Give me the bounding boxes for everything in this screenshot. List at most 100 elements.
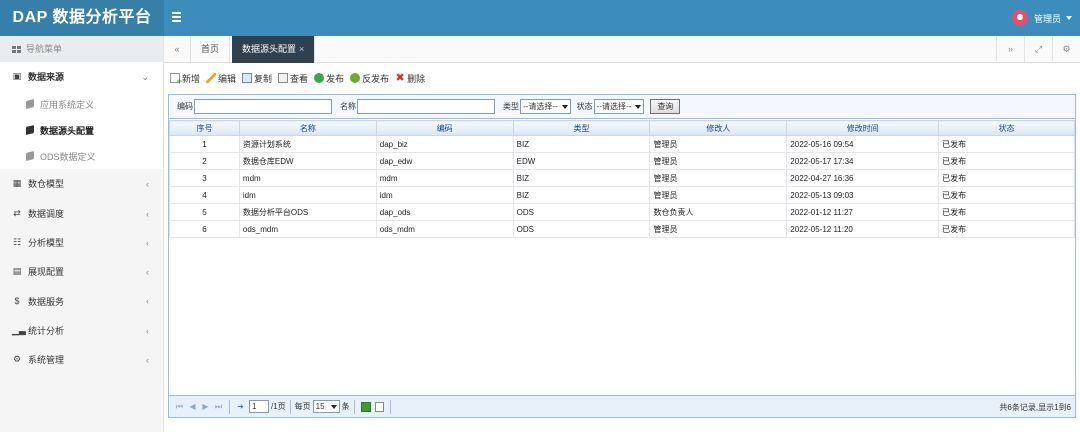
user-menu[interactable]: 管理员 — [1011, 8, 1072, 28]
sidebar-item-data-service[interactable]: $ 数据服务 ‹ — [0, 286, 163, 315]
view-button[interactable]: 查看 — [278, 72, 308, 85]
type-select[interactable]: --请选择-- — [520, 99, 571, 114]
next-page-icon[interactable]: ▶ — [201, 402, 210, 411]
table-cell: 2022-05-13 09:03 — [786, 186, 940, 204]
sidebar-item-display-config[interactable]: ▤ 展现配置 ‹ — [0, 257, 163, 286]
table-cell: 1 — [169, 135, 240, 153]
record-summary: 共6条记录,显示1到6 — [999, 403, 1071, 412]
first-page-icon[interactable]: ⏮ — [175, 402, 184, 411]
status-select[interactable]: --请选择-- — [593, 99, 645, 114]
copy-icon — [242, 73, 253, 83]
tab-scroll-right-icon[interactable]: » — [996, 36, 1024, 63]
code-input[interactable] — [194, 99, 332, 114]
divider — [389, 399, 391, 414]
table-cell: 管理员 — [649, 135, 788, 153]
edit-button[interactable]: 编辑 — [206, 72, 236, 85]
sidebar-subitem-ods-data-def[interactable]: ODS数据定义 — [0, 143, 163, 169]
sidebar-item-system-admin[interactable]: ⚙ 系统管理 ‹ — [0, 345, 163, 374]
status-label: 状态 — [576, 102, 593, 111]
grid-icon — [12, 45, 21, 53]
cubes-icon: ▦ — [12, 178, 22, 189]
table-row[interactable]: 1 资源计划系统 dap_biz BIZ 管理员 2022-05-16 09:5… — [169, 135, 1075, 153]
document-export-icon[interactable] — [374, 401, 384, 412]
column-header[interactable]: 类型 — [512, 120, 651, 136]
chevron-down-icon — [635, 104, 642, 109]
tab-home[interactable]: 首页 — [191, 36, 231, 63]
data-grid-panel: 编码 名称 类型 --请选择-- 状态 --请选择-- 查询 序号 名称 编码 … — [168, 94, 1076, 418]
page-number-input[interactable]: 1 — [249, 400, 269, 413]
sidebar-item-analysis-model[interactable]: ☷ 分析模型 ‹ — [0, 228, 163, 257]
gear-icon[interactable]: ⚙ — [1052, 36, 1080, 63]
table-row[interactable]: 6 ods_mdm ods_mdm ODS 管理员 2022-05-12 11:… — [169, 220, 1075, 238]
last-page-icon[interactable]: ⏭ — [214, 402, 223, 411]
chevron-left-icon: ‹ — [146, 355, 149, 366]
unpublish-button[interactable]: 反发布 — [350, 72, 389, 85]
table-row[interactable]: 4 idm idm BIZ 管理员 2022-05-13 09:03 已发布 — [169, 186, 1075, 204]
column-header[interactable]: 修改人 — [649, 120, 788, 136]
bar-chart-icon: ▁▃ — [12, 324, 26, 335]
gear-icon: ⚙ — [12, 354, 22, 365]
sidebar-item-statistics[interactable]: ▁▃ 统计分析 ‹ — [0, 316, 163, 345]
sidebar-item-warehouse-model[interactable]: ▦ 数仓模型 ‹ — [0, 169, 163, 198]
column-header[interactable]: 状态 — [938, 120, 1075, 136]
copy-button[interactable]: 复制 — [242, 72, 272, 85]
per-page-select[interactable]: 15 — [312, 400, 340, 413]
sidebar-subitem-app-system-def[interactable]: 应用系统定义 — [0, 91, 163, 117]
table-row[interactable]: 5 数据分析平台ODS dap_ods ODS 数仓负责人 2022-01-12… — [169, 203, 1075, 221]
tab-data-source-config[interactable]: 数据源头配置 × — [232, 36, 316, 63]
table-cell: dap_ods — [375, 203, 514, 221]
table-cell: 2 — [169, 152, 240, 170]
name-input[interactable] — [357, 99, 495, 114]
table-row[interactable]: 3 mdm mdm BIZ 管理员 2022-04-27 16:36 已发布 — [169, 169, 1075, 187]
table-cell: BIZ — [512, 135, 651, 153]
tab-scroll-left-icon[interactable]: « — [164, 36, 191, 63]
app-logo-title[interactable]: DAP 数据分析平台 — [0, 0, 164, 36]
tab-actions: » ⤢ ⚙ — [996, 36, 1080, 63]
close-icon[interactable]: × — [299, 44, 304, 54]
table-cell: 管理员 — [649, 220, 788, 238]
publish-button[interactable]: 发布 — [314, 72, 344, 85]
go-page-icon[interactable]: ➜ — [236, 402, 245, 411]
table-cell: 已发布 — [938, 186, 1075, 204]
column-header[interactable]: 名称 — [238, 120, 377, 136]
chevron-down-icon — [561, 104, 568, 109]
sidebar-item-data-source[interactable]: ▣ 数据来源 ⌄ — [0, 62, 163, 92]
column-header[interactable]: 序号 — [169, 120, 240, 136]
avatar — [1011, 10, 1028, 26]
sidebar-subitem-data-source-config[interactable]: 数据源头配置 — [0, 117, 163, 143]
view-icon — [278, 73, 289, 83]
column-header[interactable]: 修改时间 — [786, 120, 940, 136]
chevron-left-icon: ‹ — [146, 296, 149, 307]
chevron-left-icon: ‹ — [146, 208, 149, 219]
table-cell: 资源计划系统 — [238, 135, 377, 153]
search-bar: 编码 名称 类型 --请选择-- 状态 --请选择-- 查询 — [169, 95, 1075, 119]
submenu-data-source: 应用系统定义 数据源头配置 ODS数据定义 — [0, 91, 163, 170]
table-cell: ods_mdm — [375, 220, 514, 238]
divider — [229, 399, 230, 414]
name-label: 名称 — [340, 102, 356, 111]
shuffle-icon: ⇄ — [13, 207, 21, 218]
table-cell: idm — [375, 186, 514, 204]
delete-button[interactable]: ✖ 删除 — [395, 72, 425, 85]
prev-page-icon[interactable]: ◀ — [188, 402, 197, 411]
column-header[interactable]: 编码 — [375, 120, 514, 136]
table-cell: 4 — [169, 186, 240, 204]
table-cell: 已发布 — [938, 152, 1075, 170]
table-cell: 管理员 — [649, 186, 788, 204]
table-cell: dap_biz — [375, 135, 514, 153]
query-button[interactable]: 查询 — [650, 99, 681, 114]
fullscreen-icon[interactable]: ⤢ — [1024, 36, 1052, 63]
new-button[interactable]: 新增 — [170, 72, 200, 86]
sidebar: 导航菜单 ▣ 数据来源 ⌄ 应用系统定义 数据源头配置 ODS数据定义 ▦ 数仓… — [0, 36, 164, 432]
table-cell: 3 — [169, 169, 240, 187]
table-cell: idm — [238, 186, 377, 204]
table-cell: ODS — [512, 220, 651, 238]
excel-export-icon[interactable] — [360, 401, 371, 412]
sidebar-item-data-scheduling[interactable]: ⇄ 数据调度 ‹ — [0, 199, 163, 228]
per-page-label: 每页 — [294, 402, 311, 411]
table-cell: 已发布 — [938, 203, 1075, 221]
table-row[interactable]: 2 数据仓库EDW dap_edw EDW 管理员 2022-05-17 17:… — [169, 152, 1075, 170]
divider — [353, 399, 355, 414]
hamburger-icon[interactable] — [172, 10, 184, 24]
table-cell: 6 — [169, 220, 240, 238]
